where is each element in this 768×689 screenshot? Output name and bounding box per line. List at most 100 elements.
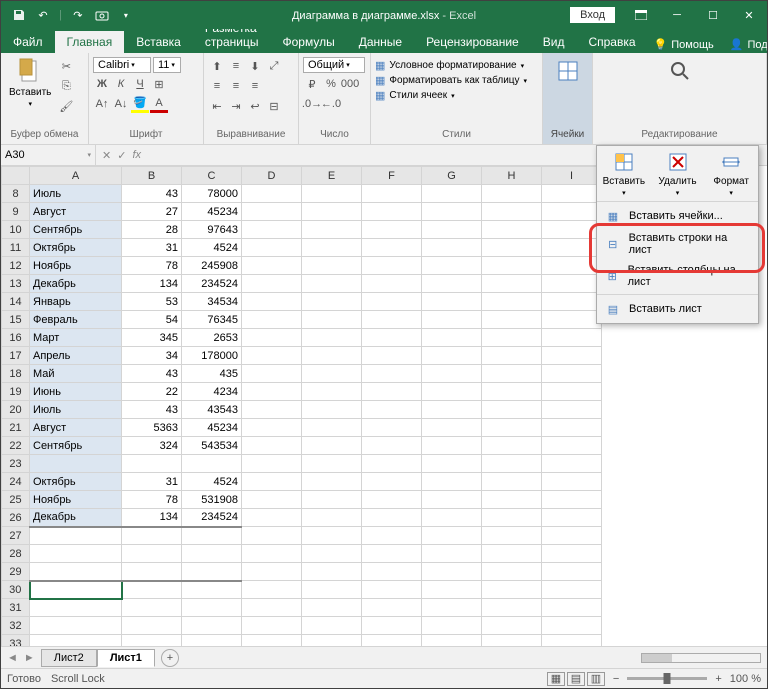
cell[interactable]: Декабрь: [30, 509, 122, 527]
cell[interactable]: 435: [182, 365, 242, 383]
font-name-select[interactable]: Calibri▾: [93, 57, 151, 73]
cell[interactable]: [182, 635, 242, 647]
cell[interactable]: [482, 437, 542, 455]
row-header[interactable]: 18: [2, 365, 30, 383]
row-header[interactable]: 23: [2, 455, 30, 473]
row-header[interactable]: 24: [2, 473, 30, 491]
cell[interactable]: [242, 527, 302, 545]
cell[interactable]: [302, 257, 362, 275]
cell[interactable]: [30, 635, 122, 647]
cell[interactable]: [182, 545, 242, 563]
cell[interactable]: [422, 419, 482, 437]
cell[interactable]: [362, 599, 422, 617]
cell[interactable]: [302, 239, 362, 257]
cell[interactable]: [362, 527, 422, 545]
cell[interactable]: [542, 257, 602, 275]
cell[interactable]: [422, 311, 482, 329]
format-mini-button[interactable]: Формат▾: [704, 146, 758, 201]
cell[interactable]: [182, 527, 242, 545]
cell[interactable]: [122, 599, 182, 617]
cell[interactable]: 43: [122, 401, 182, 419]
cell[interactable]: [482, 365, 542, 383]
cell[interactable]: [242, 599, 302, 617]
cell[interactable]: [422, 491, 482, 509]
tab-file[interactable]: Файл: [1, 31, 55, 53]
cell[interactable]: [242, 419, 302, 437]
cell[interactable]: [362, 383, 422, 401]
cell[interactable]: [302, 347, 362, 365]
underline-icon[interactable]: Ч: [131, 75, 149, 93]
col-header[interactable]: F: [362, 167, 422, 185]
cell[interactable]: [302, 617, 362, 635]
cell[interactable]: [482, 239, 542, 257]
cell[interactable]: [242, 545, 302, 563]
cell[interactable]: [302, 365, 362, 383]
row-header[interactable]: 8: [2, 185, 30, 203]
col-header[interactable]: I: [542, 167, 602, 185]
tab-help[interactable]: Справка: [576, 31, 647, 53]
cell[interactable]: [542, 293, 602, 311]
cell[interactable]: [182, 599, 242, 617]
percent-icon[interactable]: %: [322, 75, 340, 93]
cell[interactable]: [362, 329, 422, 347]
cell[interactable]: [422, 437, 482, 455]
cell[interactable]: Октябрь: [30, 473, 122, 491]
cell[interactable]: [362, 545, 422, 563]
align-center-icon[interactable]: ≡: [227, 77, 245, 95]
cell[interactable]: [542, 275, 602, 293]
cell[interactable]: [542, 419, 602, 437]
font-size-select[interactable]: 11▾: [153, 57, 181, 73]
cell[interactable]: [482, 473, 542, 491]
cell[interactable]: [362, 401, 422, 419]
cell[interactable]: [362, 311, 422, 329]
camera-icon[interactable]: [94, 7, 110, 23]
cell[interactable]: [122, 617, 182, 635]
cell[interactable]: Декабрь: [30, 275, 122, 293]
align-left-icon[interactable]: ≡: [208, 77, 226, 95]
save-icon[interactable]: [11, 7, 27, 23]
fx-icon[interactable]: fx: [132, 149, 141, 161]
insert-cells-item[interactable]: ▦Вставить ячейки...: [597, 204, 758, 228]
cell[interactable]: [302, 455, 362, 473]
cell[interactable]: [422, 239, 482, 257]
row-header[interactable]: 15: [2, 311, 30, 329]
cell[interactable]: 97643: [182, 221, 242, 239]
cell[interactable]: [242, 275, 302, 293]
col-header[interactable]: G: [422, 167, 482, 185]
sheet-tab[interactable]: Лист2: [41, 649, 97, 667]
row-header[interactable]: 19: [2, 383, 30, 401]
cell[interactable]: [422, 293, 482, 311]
cell[interactable]: [242, 473, 302, 491]
cell[interactable]: [122, 545, 182, 563]
cell[interactable]: 31: [122, 239, 182, 257]
cell[interactable]: [362, 221, 422, 239]
cell[interactable]: [242, 509, 302, 527]
row-header[interactable]: 28: [2, 545, 30, 563]
col-header[interactable]: H: [482, 167, 542, 185]
cell[interactable]: [542, 473, 602, 491]
font-color-icon[interactable]: A: [150, 95, 168, 113]
cell[interactable]: Май: [30, 365, 122, 383]
cell[interactable]: [302, 491, 362, 509]
cell[interactable]: [302, 509, 362, 527]
cell[interactable]: Апрель: [30, 347, 122, 365]
cell[interactable]: [302, 599, 362, 617]
row-header[interactable]: 25: [2, 491, 30, 509]
cell[interactable]: [422, 545, 482, 563]
row-header[interactable]: 14: [2, 293, 30, 311]
cell[interactable]: [182, 617, 242, 635]
cell[interactable]: [422, 185, 482, 203]
cell[interactable]: Январь: [30, 293, 122, 311]
cell[interactable]: [242, 581, 302, 599]
cell[interactable]: 78: [122, 491, 182, 509]
cell[interactable]: [302, 293, 362, 311]
cell[interactable]: [482, 509, 542, 527]
cell[interactable]: [362, 185, 422, 203]
tab-review[interactable]: Рецензирование: [414, 31, 531, 53]
delete-mini-button[interactable]: Удалить▾: [651, 146, 705, 201]
cut-icon[interactable]: ✂: [57, 57, 75, 75]
paste-button[interactable]: Вставить ▾: [5, 55, 55, 110]
cell[interactable]: Август: [30, 419, 122, 437]
cell[interactable]: [542, 599, 602, 617]
cell[interactable]: Июль: [30, 401, 122, 419]
